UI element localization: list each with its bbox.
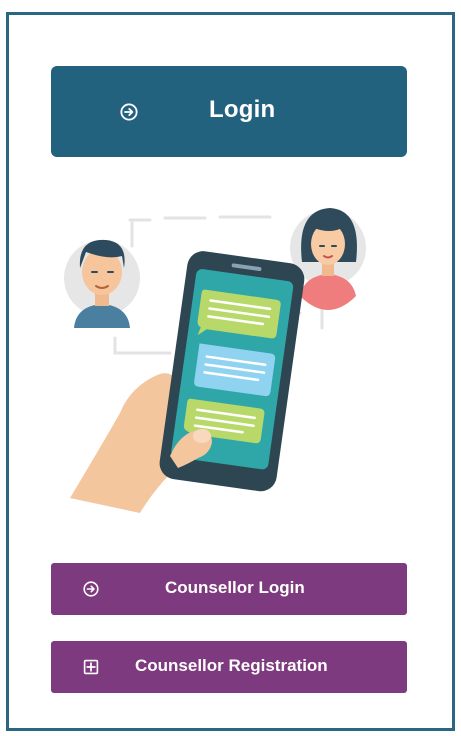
- arrow-circle-right-icon: [120, 103, 138, 121]
- chat-illustration: [64, 208, 366, 513]
- counsellor-login-button[interactable]: Counsellor Login: [51, 563, 407, 615]
- man-avatar-icon: [64, 239, 140, 328]
- plus-square-icon: [83, 659, 99, 675]
- counsellor-login-label: Counsellor Login: [165, 578, 305, 597]
- counsellor-registration-button[interactable]: Counsellor Registration: [51, 641, 407, 693]
- login-button[interactable]: Login: [51, 66, 407, 157]
- login-button-label: Login: [209, 96, 276, 123]
- arrow-circle-right-icon: [83, 581, 99, 597]
- thumbnail-icon: [193, 429, 211, 443]
- counsellor-registration-label: Counsellor Registration: [135, 656, 328, 675]
